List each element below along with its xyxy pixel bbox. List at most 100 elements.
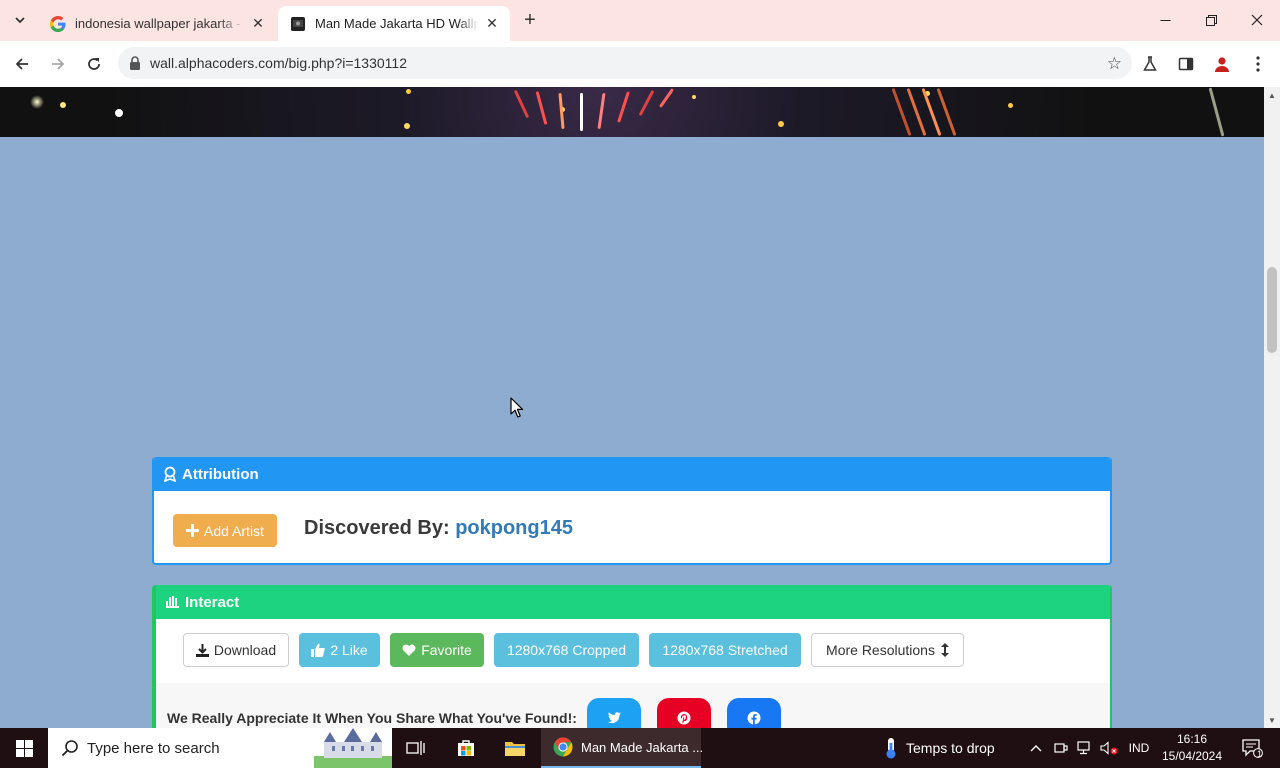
tab-alphacoders[interactable]: Man Made Jakarta HD Wallpaper ✕ [278,6,510,41]
search-highlight-castle-icon [314,728,392,768]
taskbar-clock[interactable]: 16:16 15/04/2024 [1160,731,1224,765]
download-label: Download [213,642,277,658]
alphacoders-icon [290,16,306,32]
thumbs-up-icon [311,643,326,657]
reload-icon [88,58,100,70]
share-prompt: We Really Appreciate It When You Share W… [167,710,577,726]
artist-link[interactable]: pokpong145 [455,517,573,539]
facebook-share-button[interactable] [727,698,781,728]
notifications-button[interactable]: 1 [1232,728,1272,768]
microsoft-store-button[interactable] [442,728,490,768]
twitter-share-button[interactable] [587,698,641,728]
taskbar-chrome-window[interactable]: Man Made Jakarta ... [541,728,704,768]
language-indicator[interactable]: IND [1124,728,1154,768]
weather-text: Temps to drop [906,740,995,756]
stretched-resolution-button[interactable]: 1280x768 Stretched [649,633,801,667]
page-scrollbar[interactable]: ▲ ▼ [1264,87,1280,728]
close-icon [1251,14,1263,26]
more-resolutions-button[interactable]: More Resolutions [811,633,964,667]
windows-taskbar: Type here to search Man Made Jakarta ...… [0,728,1280,768]
pinterest-icon [677,711,691,725]
minimize-button[interactable] [1142,0,1188,40]
attribution-title: Attribution [182,465,259,483]
heart-icon [402,644,416,656]
scrollbar-thumb[interactable] [1267,267,1277,353]
tab-title: Man Made Jakarta HD Wallpaper [315,16,478,31]
forward-button[interactable] [43,49,73,79]
clock-time: 16:16 [1176,732,1208,746]
download-button[interactable]: Download [183,633,289,667]
favorite-label: Favorite [421,642,472,658]
add-artist-button[interactable]: Add Artist [173,514,277,547]
lock-icon [128,56,142,70]
discovered-label: Discovered By: [304,517,450,539]
clock-date: 15/04/2024 [1161,749,1223,763]
tab-title: indonesia wallpaper jakarta - G [75,16,244,31]
close-tab-icon[interactable]: ✕ [248,14,268,34]
start-button[interactable] [0,728,48,768]
weather-widget[interactable]: Temps to drop [884,728,1018,768]
favorite-button[interactable]: Favorite [390,633,484,667]
back-arrow-icon [15,58,28,70]
scroll-up-icon[interactable]: ▲ [1264,87,1280,103]
reload-button[interactable] [79,49,109,79]
device-icon [1054,743,1068,753]
tab-google-search[interactable]: indonesia wallpaper jakarta - G ✕ [38,6,276,41]
speaker-muted-icon [1100,741,1118,755]
file-explorer-button[interactable] [491,728,539,768]
menu-kebab-icon[interactable] [1243,49,1273,79]
taskbar-search-box[interactable]: Type here to search [48,728,392,768]
thermometer-icon [884,737,898,759]
profile-avatar-icon[interactable] [1207,49,1237,79]
more-resolutions-label: More Resolutions [826,642,935,658]
volume-button[interactable] [1098,728,1120,768]
scroll-down-icon[interactable]: ▼ [1264,712,1280,728]
back-button[interactable] [7,49,37,79]
attribution-header: Attribution [154,457,1110,491]
download-icon [195,643,209,657]
bookmark-star-icon[interactable]: ☆ [1107,54,1122,74]
page-viewport: Attribution Add Artist Discovered By: po… [0,87,1264,728]
task-view-button[interactable] [392,728,440,768]
active-window-label: Man Made Jakarta ... [581,739,704,755]
stretched-label: 1280x768 Stretched [662,642,788,658]
close-tab-icon[interactable]: ✕ [482,14,502,34]
facebook-icon [747,711,761,725]
discovered-by: Discovered By: pokpong145 [304,517,573,540]
url-text: wall.alphacoders.com/big.php?i=1330112 [150,55,407,71]
minimize-icon [1160,19,1170,21]
close-window-button[interactable] [1234,0,1280,40]
language-text: IND [1128,741,1150,755]
new-tab-button[interactable]: + [518,8,542,32]
cropped-resolution-button[interactable]: 1280x768 Cropped [494,633,639,667]
show-hidden-icons-button[interactable] [1026,728,1046,768]
labs-flask-icon[interactable] [1135,49,1165,79]
pinterest-share-button[interactable] [657,698,711,728]
like-button[interactable]: 2 Like [299,633,380,667]
side-panel-icon[interactable] [1171,49,1201,79]
wallpaper-image [0,87,1264,137]
restore-icon [1205,14,1217,26]
interact-card: Interact Download 2 Like Favorite 1280x7… [152,585,1112,728]
browser-toolbar: wall.alphacoders.com/big.php?i=1330112 ☆ [0,41,1280,87]
tray-device-icon[interactable] [1050,728,1072,768]
notification-count: 1 [1257,749,1263,759]
task-view-icon [406,741,425,755]
tab-strip: indonesia wallpaper jakarta - G ✕ Man Ma… [0,0,1280,41]
restore-button[interactable] [1188,0,1234,40]
add-artist-label: Add Artist [204,522,264,539]
interact-title: Interact [185,593,240,611]
cropped-label: 1280x768 Cropped [506,642,627,658]
network-icon [1077,741,1090,755]
chevron-down-icon [15,17,25,24]
google-icon [50,15,66,32]
network-button[interactable] [1074,728,1096,768]
address-bar[interactable]: wall.alphacoders.com/big.php?i=1330112 ☆ [118,47,1132,79]
windows-logo-icon [15,739,33,757]
interact-header: Interact [156,585,1110,619]
tab-search-button[interactable] [8,8,32,32]
attribution-card: Attribution Add Artist Discovered By: po… [152,457,1112,565]
forward-arrow-icon [52,58,65,70]
hand-icon [165,595,180,609]
chevron-up-icon [1030,745,1042,752]
